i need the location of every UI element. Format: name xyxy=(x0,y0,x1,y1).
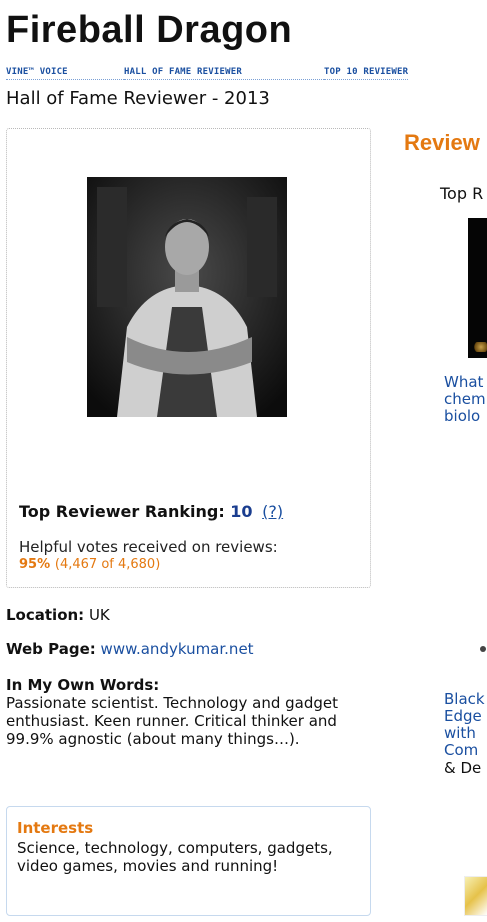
votes-detail: (4,467 of 4,680) xyxy=(54,557,161,572)
book-title-link[interactable]: What chem biolo xyxy=(444,374,486,425)
top-10-reviewer-badge[interactable]: TOP 10 REVIEWER xyxy=(324,67,409,80)
votes-label: Helpful votes received on reviews: xyxy=(19,538,278,556)
avatar xyxy=(87,177,287,417)
webpage-label: Web Page: xyxy=(6,640,96,658)
interests-box: Interests Science, technology, computers… xyxy=(6,806,371,916)
reviews-heading: Review xyxy=(404,130,480,155)
book-cover-image[interactable] xyxy=(468,218,487,358)
own-words-text: Passionate scientist. Technology and gad… xyxy=(6,694,339,748)
ranking-help-link[interactable]: (?) xyxy=(262,502,283,521)
own-words-heading: In My Own Words: xyxy=(6,676,160,694)
helpful-votes: Helpful votes received on reviews: 95% (… xyxy=(19,539,278,573)
profile-card: Top Reviewer Ranking: 10 (?) Helpful vot… xyxy=(6,128,371,588)
profile-name: Fireball Dragon xyxy=(6,9,293,51)
book-subtitle: & De xyxy=(444,759,482,777)
ranking-value[interactable]: 10 xyxy=(230,502,252,521)
profile-photo xyxy=(87,177,287,417)
votes-percent: 95% xyxy=(19,557,51,572)
location-value: UK xyxy=(88,606,110,624)
hall-of-fame-year: Hall of Fame Reviewer - 2013 xyxy=(6,88,270,109)
reviews-column: Review Top R What chem biolo Black Edge … xyxy=(404,128,487,922)
webpage-link[interactable]: www.andykumar.net xyxy=(101,640,254,658)
interests-heading: Interests xyxy=(17,819,94,837)
top-reviews-label: Top R xyxy=(440,184,484,203)
vine-voice-badge[interactable]: VINE™ VOICE xyxy=(6,67,124,80)
hall-of-fame-badge[interactable]: HALL OF FAME REVIEWER xyxy=(124,67,324,80)
location: Location: UK xyxy=(6,606,110,624)
book-cover-image[interactable] xyxy=(464,876,487,916)
web-page: Web Page: www.andykumar.net xyxy=(6,640,254,658)
location-label: Location: xyxy=(6,606,85,624)
product-image[interactable] xyxy=(480,646,486,652)
ranking-label: Top Reviewer Ranking: xyxy=(19,502,225,521)
book-title-link[interactable]: Black Edge with Com xyxy=(444,691,485,759)
interests-text: Science, technology, computers, gadgets,… xyxy=(17,839,333,875)
badge-row: VINE™ VOICE HALL OF FAME REVIEWER TOP 10… xyxy=(6,67,409,80)
top-reviewer-ranking: Top Reviewer Ranking: 10 (?) xyxy=(19,502,283,521)
